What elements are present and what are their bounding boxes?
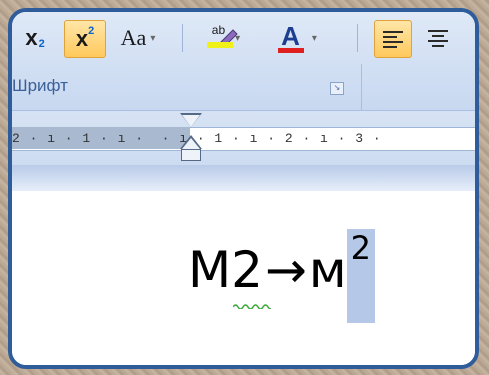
superscript-digit: 2 xyxy=(350,229,371,267)
hanging-indent-fill xyxy=(182,138,200,149)
align-center-icon xyxy=(428,29,448,47)
superscript-label: x xyxy=(75,26,89,51)
subscript-mini: 2 xyxy=(38,38,45,50)
selected-superscript[interactable]: 2 xyxy=(346,229,375,323)
dialog-launcher-icon[interactable]: ↘ xyxy=(330,82,344,95)
highlight-color-swatch xyxy=(207,42,233,48)
align-center-button[interactable] xyxy=(420,20,456,56)
font-color-button[interactable]: A ▾ xyxy=(267,20,331,56)
font-color-label: A xyxy=(281,20,300,51)
first-line-indent-fill xyxy=(182,115,200,127)
spellcheck-squiggle xyxy=(233,304,271,309)
highlight-button[interactable]: ab ▾ xyxy=(197,20,255,56)
subscript-label: x xyxy=(25,25,38,50)
group-divider xyxy=(361,64,362,110)
chevron-down-icon: ▾ xyxy=(311,32,317,44)
formula-right: м xyxy=(308,241,347,299)
chevron-down-icon: ▾ xyxy=(150,32,156,44)
document-page[interactable]: M2 → м 2 xyxy=(12,191,475,365)
screenshot-frame: x2 x2 Aa ▾ ab ▾ A ▾ Шрифт ↘ 2 · ı · 1 · … xyxy=(8,8,479,369)
ruler-shadow xyxy=(12,165,475,191)
align-left-icon xyxy=(383,30,403,48)
superscript-mini: 2 xyxy=(88,25,95,37)
ruler[interactable]: 2 · ı · 1 · ı · · ı · 1 · ı · 2 · ı · 3 … xyxy=(12,111,475,165)
align-left-button[interactable] xyxy=(374,20,412,58)
font-group-label: Шрифт xyxy=(12,76,68,95)
font-color-swatch xyxy=(278,48,304,53)
formula-line[interactable]: M2 → м 2 xyxy=(188,229,375,323)
separator xyxy=(182,24,183,52)
change-case-button[interactable]: Aa ▾ xyxy=(110,20,166,56)
ribbon: x2 x2 Aa ▾ ab ▾ A ▾ Шрифт ↘ xyxy=(12,12,475,111)
formula-arrow: → xyxy=(264,241,307,299)
separator xyxy=(357,24,358,52)
superscript-button[interactable]: x2 xyxy=(64,20,106,58)
left-indent-marker[interactable] xyxy=(181,149,201,161)
formula-left: M2 xyxy=(188,241,263,299)
change-case-label: Aa xyxy=(120,25,147,50)
subscript-button[interactable]: x2 xyxy=(12,20,58,56)
